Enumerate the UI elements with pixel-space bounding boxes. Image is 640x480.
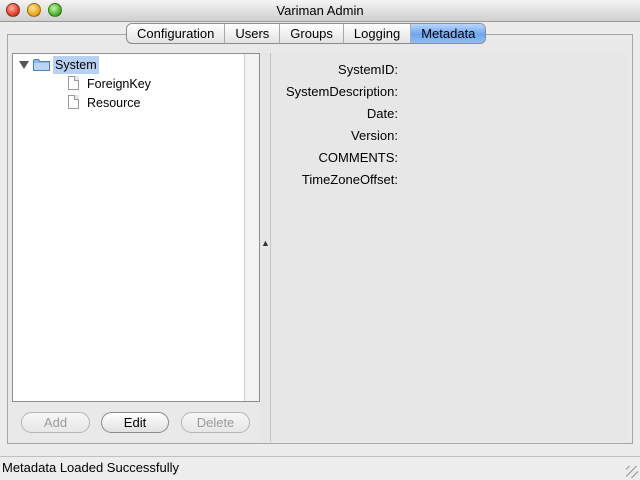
delete-button[interactable]: Delete: [181, 412, 250, 433]
tab-groups[interactable]: Groups: [280, 24, 344, 43]
file-icon: [68, 76, 79, 90]
status-text: Metadata Loaded Successfully: [2, 460, 180, 475]
tab-metadata[interactable]: Metadata: [411, 24, 486, 43]
edit-button[interactable]: Edit: [101, 412, 169, 433]
status-bar: Metadata Loaded Successfully: [0, 456, 640, 480]
field-label-date: Date:: [366, 106, 398, 121]
collapse-left-icon[interactable]: ▲: [261, 238, 270, 248]
folder-icon: [33, 59, 50, 71]
tab-logging[interactable]: Logging: [344, 24, 412, 43]
title-bar[interactable]: Variman Admin: [0, 0, 640, 22]
resize-grip-icon[interactable]: [626, 466, 638, 478]
tree-node-label: ForeignKey: [87, 77, 151, 91]
disclosure-triangle-icon[interactable]: [19, 61, 29, 69]
tree-node-label: Resource: [87, 96, 141, 110]
field-label-systemdescription: SystemDescription:: [286, 84, 398, 99]
file-icon: [68, 95, 79, 109]
add-button[interactable]: Add: [21, 412, 90, 433]
tab-bar: Configuration Users Groups Logging Metad…: [126, 23, 487, 44]
field-label-systemid: SystemID:: [338, 62, 398, 77]
field-label-version: Version:: [351, 128, 398, 143]
metadata-tree[interactable]: System ForeignKey Resource: [12, 53, 260, 402]
tab-users[interactable]: Users: [225, 24, 281, 43]
admin-window: Variman Admin Configuration Users Groups…: [0, 0, 640, 480]
split-pane-divider[interactable]: ▲: [260, 53, 270, 442]
field-label-timezoneoffset: TimeZoneOffset:: [301, 172, 398, 187]
window-title: Variman Admin: [276, 3, 364, 18]
tree-node-label: System: [53, 56, 99, 74]
metadata-details-panel: SystemID: SystemDescription: Date: Versi…: [270, 53, 628, 442]
tab-configuration[interactable]: Configuration: [127, 24, 226, 43]
tree-scrollbar[interactable]: [244, 54, 259, 401]
field-label-comments: COMMENTS:: [318, 150, 398, 165]
